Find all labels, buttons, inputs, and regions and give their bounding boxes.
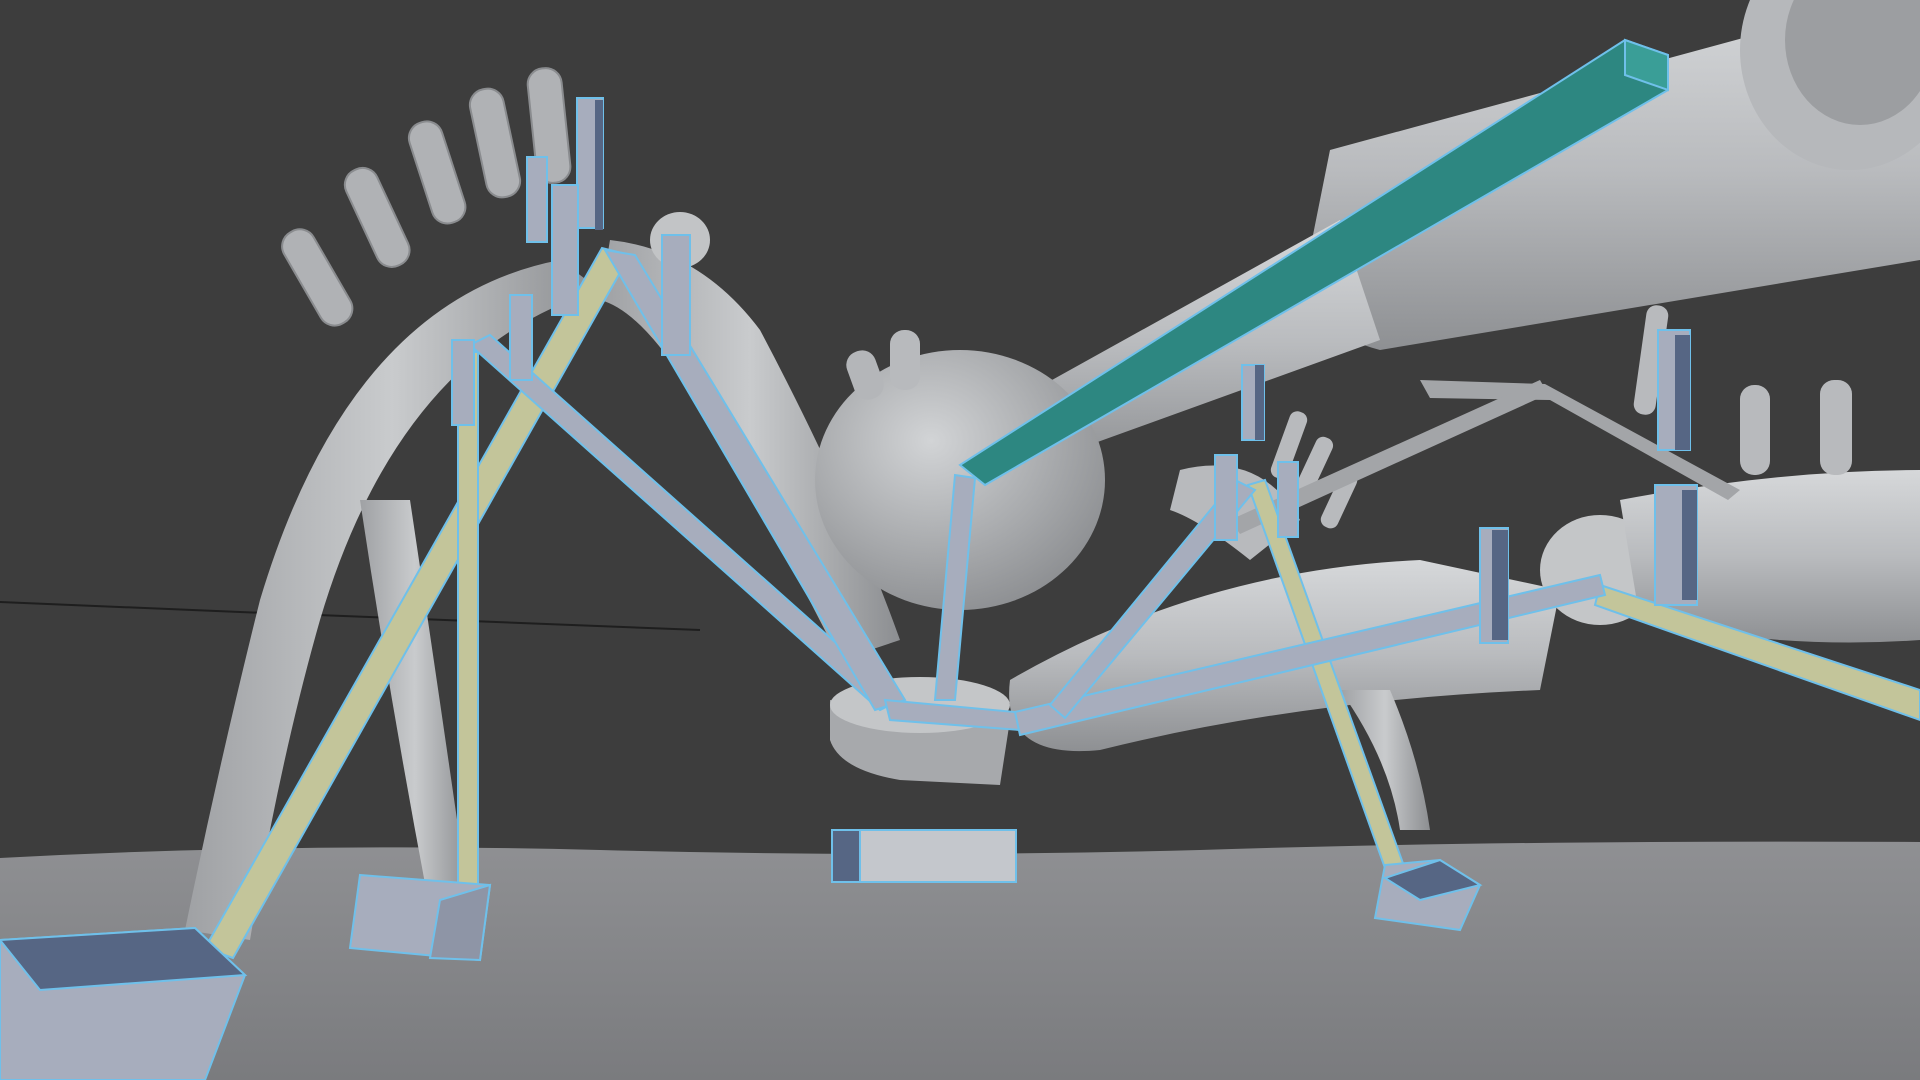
foot-controller-front-left[interactable]: [0, 926, 248, 1080]
bone-floating-block[interactable]: [831, 829, 1017, 883]
foot-controller-front-mid[interactable]: [348, 873, 492, 962]
horizon-line: [0, 601, 701, 631]
viewport-canvas[interactable]: [0, 0, 1920, 1080]
bone-ik-front-mid[interactable]: [457, 351, 479, 919]
character-body-mesh[interactable]: [185, 0, 1920, 940]
3d-viewport[interactable]: [0, 0, 1920, 1080]
